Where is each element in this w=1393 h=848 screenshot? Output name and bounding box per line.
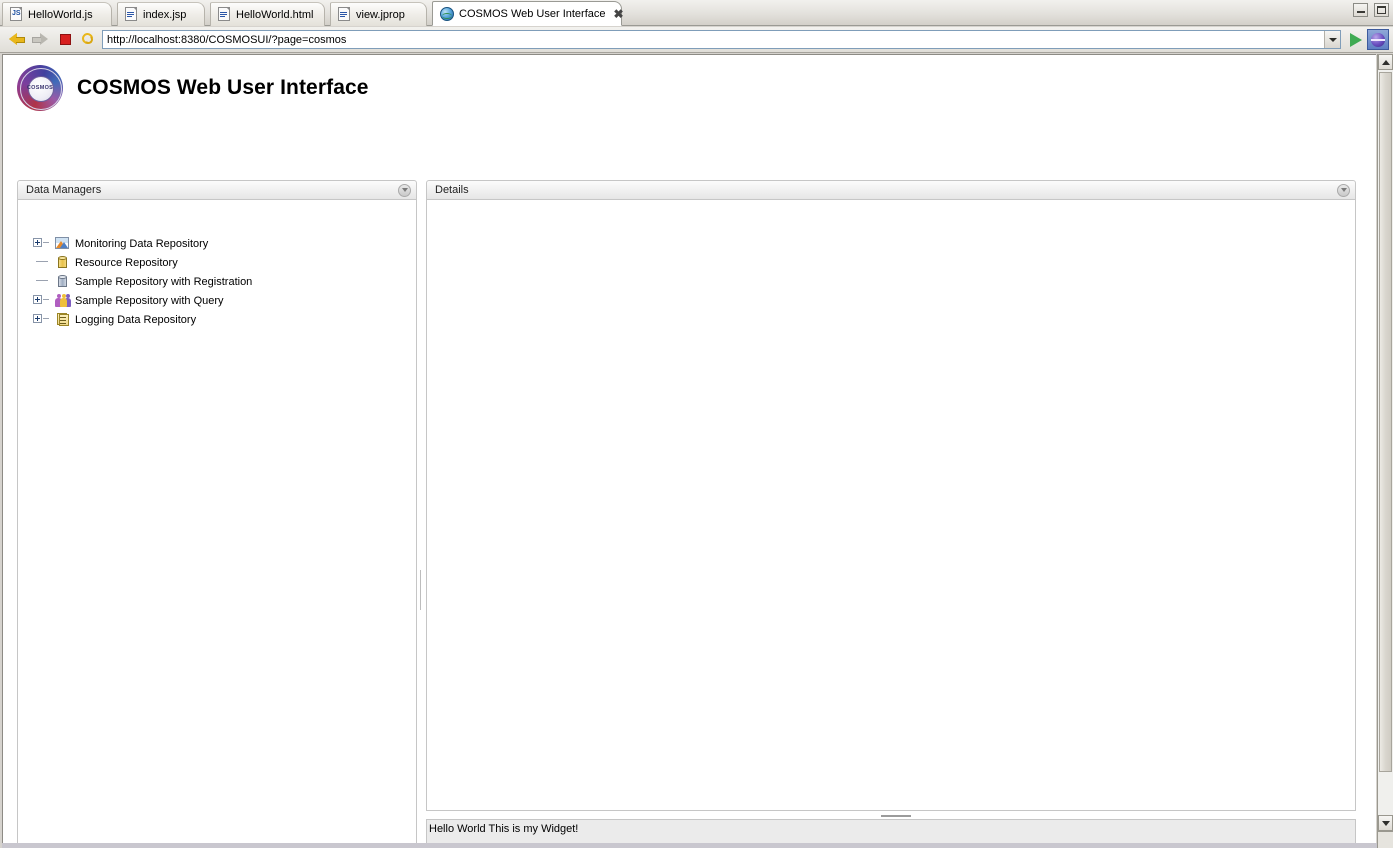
gold-cylinder-icon	[54, 254, 72, 271]
close-icon[interactable]: ✖	[614, 8, 624, 20]
window-controls	[1353, 3, 1389, 17]
panel-splitter-vertical[interactable]	[418, 190, 423, 845]
cosmos-web-page: COSMOS COSMOS Web User Interface Data Ma…	[3, 55, 1376, 845]
forward-button[interactable]	[28, 29, 50, 51]
chevron-down-icon[interactable]	[398, 183, 411, 197]
back-arrow-icon	[8, 33, 26, 46]
jsp-file-icon	[125, 7, 138, 22]
tab-label: HelloWorld.html	[236, 8, 314, 21]
chevron-down-icon	[1328, 37, 1337, 42]
page-viewport: COSMOS COSMOS Web User Interface Data Ma…	[2, 54, 1376, 846]
expand-toggle-icon[interactable]	[32, 291, 54, 310]
scrollbar-corner	[1377, 831, 1393, 848]
go-button[interactable]	[1345, 29, 1367, 51]
leaf-connector-icon	[32, 272, 54, 291]
expand-toggle-icon[interactable]	[32, 234, 54, 253]
tab-label: index.jsp	[143, 8, 187, 21]
horizontal-scrollbar[interactable]	[2, 843, 1377, 848]
details-panel-body	[426, 200, 1356, 811]
data-managers-panel-header: Data Managers	[17, 180, 417, 200]
play-icon	[1350, 32, 1362, 47]
expand-toggle-icon[interactable]	[32, 310, 54, 329]
chevron-down-icon[interactable]	[1337, 183, 1350, 197]
tree-item-resource-repository[interactable]: Resource Repository	[32, 253, 416, 272]
tab-index-jsp[interactable]: index.jsp	[117, 2, 205, 26]
app-header: COSMOS COSMOS Web User Interface	[17, 65, 369, 111]
tree-item-monitoring-data-repository[interactable]: Monitoring Data Repository	[32, 234, 416, 253]
tree-item-label: Logging Data Repository	[75, 313, 197, 326]
tab-label: HelloWorld.js	[28, 8, 93, 21]
cosmos-logo-icon: COSMOS	[17, 65, 63, 111]
widget-output-panel: Hello World This is my Widget!	[426, 819, 1356, 845]
tab-view-jprop[interactable]: view.jprop	[330, 2, 427, 26]
logo-label: COSMOS	[26, 85, 54, 91]
tab-cosmos-web-user-interface[interactable]: COSMOS Web User Interface ✖	[432, 1, 624, 26]
globe-icon	[440, 6, 454, 21]
panel-title: Data Managers	[26, 184, 102, 196]
minimize-button[interactable]	[1353, 3, 1368, 17]
monitoring-chart-icon	[54, 235, 72, 252]
browser-toolbar	[0, 27, 1393, 53]
tab-helloworld-html[interactable]: HelloWorld.html	[210, 2, 325, 26]
vertical-scrollbar[interactable]	[1377, 54, 1393, 848]
url-dropdown-button[interactable]	[1324, 31, 1340, 48]
tree-item-label: Resource Repository	[75, 256, 178, 269]
browser-window: JS HelloWorld.js index.jsp HelloWorld.ht…	[0, 0, 1393, 848]
open-external-browser-button[interactable]	[1367, 29, 1389, 50]
html-file-icon	[218, 7, 231, 22]
tab-strip: JS HelloWorld.js index.jsp HelloWorld.ht…	[0, 0, 1393, 26]
widget-output-text: Hello World This is my Widget!	[429, 823, 579, 835]
tree-item-label: Sample Repository with Registration	[75, 275, 253, 288]
tree-item-label: Sample Repository with Query	[75, 294, 224, 307]
address-bar[interactable]	[102, 30, 1341, 49]
stop-button[interactable]	[54, 29, 76, 51]
js-file-icon: JS	[10, 7, 23, 22]
tab-helloworld-js[interactable]: JS HelloWorld.js	[2, 2, 112, 26]
forward-arrow-icon	[31, 33, 48, 46]
caret-down-icon	[1381, 820, 1390, 826]
tree-item-logging-data-repository[interactable]: Logging Data Repository	[32, 310, 416, 329]
tree-item-sample-repository-with-registration[interactable]: Sample Repository with Registration	[32, 272, 416, 291]
refresh-icon	[79, 30, 97, 47]
vertical-scrollbar-thumb[interactable]	[1379, 72, 1392, 772]
stop-icon	[59, 34, 71, 45]
scroll-up-button[interactable]	[1378, 54, 1393, 70]
log-document-icon	[54, 311, 72, 328]
tab-label: COSMOS Web User Interface	[459, 7, 606, 20]
tree-item-sample-repository-with-query[interactable]: Sample Repository with Query	[32, 291, 416, 310]
back-button[interactable]	[6, 29, 28, 51]
tab-label: view.jprop	[356, 8, 405, 21]
steel-cylinder-icon	[54, 273, 72, 290]
details-panel: Details	[426, 180, 1356, 811]
url-input[interactable]	[103, 31, 1324, 48]
data-managers-panel-body: Monitoring Data Repository Resource Repo…	[17, 200, 417, 845]
data-managers-tree: Monitoring Data Repository Resource Repo…	[18, 200, 416, 329]
caret-up-icon	[1381, 59, 1390, 65]
people-group-icon	[54, 292, 72, 309]
external-globe-icon	[1371, 32, 1385, 47]
refresh-button[interactable]	[78, 29, 100, 51]
tree-item-label: Monitoring Data Repository	[75, 237, 209, 250]
leaf-connector-icon	[32, 253, 54, 272]
panel-title: Details	[435, 184, 469, 196]
data-managers-panel: Data Managers Monitoring Data Repository…	[17, 180, 417, 845]
details-panel-header: Details	[426, 180, 1356, 200]
maximize-button[interactable]	[1374, 3, 1389, 17]
prop-file-icon	[338, 7, 351, 22]
page-title: COSMOS Web User Interface	[77, 76, 369, 99]
scroll-down-button[interactable]	[1378, 815, 1393, 831]
